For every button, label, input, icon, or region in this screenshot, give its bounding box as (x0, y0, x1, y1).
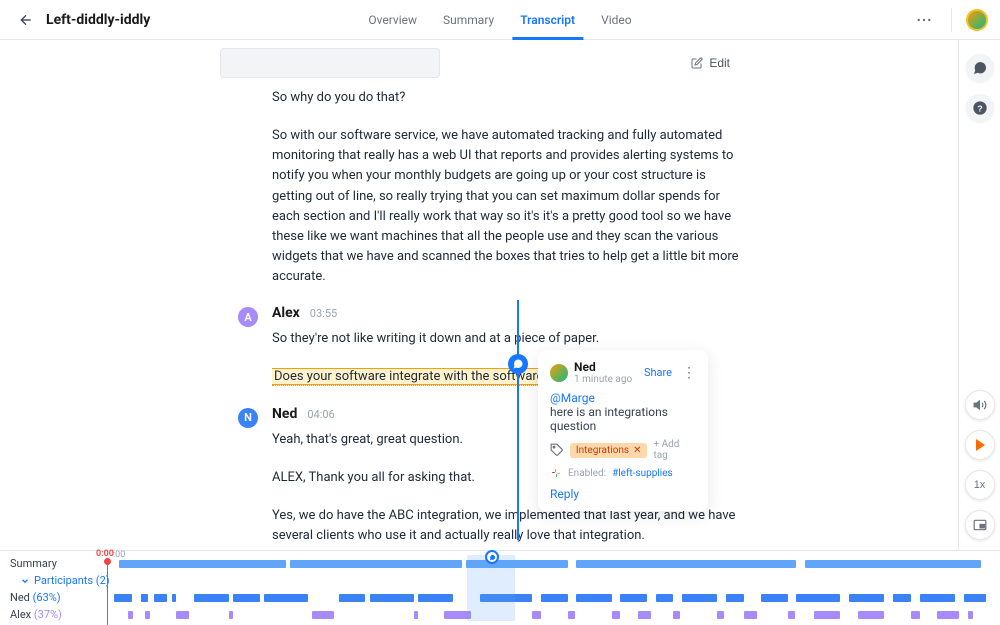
comment-author-name: Ned (574, 360, 632, 374)
mention[interactable]: @Marge (550, 391, 595, 405)
play-icon (976, 439, 985, 451)
page-title: Left-diddly-iddly (46, 12, 150, 28)
pip-button[interactable] (965, 510, 995, 540)
comments-rail-button[interactable] (966, 54, 994, 82)
play-button[interactable] (965, 430, 995, 460)
user-avatar[interactable] (966, 9, 988, 31)
tab-transcript[interactable]: Transcript (518, 3, 577, 37)
summary-track-label: Summary (10, 557, 110, 570)
remove-tag-icon[interactable]: ✕ (633, 445, 641, 456)
speed-label: 1x (974, 479, 986, 491)
transcript-text[interactable]: So with our software service, we have au… (272, 126, 740, 287)
edit-button[interactable]: Edit (681, 50, 740, 76)
alex-track[interactable] (110, 609, 990, 621)
comment-time: 1 minute ago (574, 374, 632, 385)
comment-thread-line (517, 300, 519, 540)
transcript-text[interactable]: So they're not like writing it down and … (272, 329, 740, 349)
right-rail: ? 1x (958, 40, 1000, 550)
help-rail-button[interactable]: ? (966, 94, 994, 122)
back-button[interactable] (12, 6, 40, 34)
summary-track[interactable] (110, 558, 990, 570)
alex-track-label: Alex (37%) (10, 608, 110, 621)
speaker-name: Alex (272, 305, 300, 321)
comment-thread-marker[interactable] (508, 354, 528, 374)
slack-enabled-label: Enabled: (568, 468, 606, 479)
tag-label: Integrations (576, 445, 629, 456)
comment-card: Ned 1 minute ago Share ⋮ @Marge here is … (538, 350, 708, 511)
reply-button[interactable]: Reply (550, 487, 696, 501)
speaker-avatar-ned: N (238, 408, 258, 428)
comment-more-icon[interactable]: ⋮ (682, 366, 696, 380)
search-input[interactable] (220, 48, 440, 78)
transcript-text[interactable]: So why do you do that? (272, 88, 740, 108)
participants-toggle[interactable]: Participants (2) (20, 574, 110, 587)
tab-video[interactable]: Video (599, 3, 634, 37)
tag-chip[interactable]: Integrations ✕ (570, 443, 648, 458)
ned-track-label: Ned (63%) (10, 591, 110, 604)
slack-channel-link[interactable]: #left-supplies (612, 468, 673, 479)
comment-author-avatar (550, 364, 568, 382)
timestamp[interactable]: 04:06 (307, 408, 334, 421)
speaker-avatar-alex: A (238, 307, 258, 327)
tab-summary[interactable]: Summary (441, 3, 496, 37)
volume-button[interactable] (965, 390, 995, 420)
timeline-highlight-region[interactable] (467, 555, 515, 621)
divider (951, 8, 952, 32)
tag-icon (550, 443, 564, 457)
transcript-text[interactable]: Yes, we do have the ABC integration, we … (272, 506, 740, 546)
more-menu-button[interactable] (911, 7, 937, 33)
timeline-comment-marker[interactable] (485, 550, 499, 564)
timestamp[interactable]: 03:55 (310, 307, 337, 320)
share-button[interactable]: Share (644, 366, 672, 379)
tab-overview[interactable]: Overview (366, 3, 419, 37)
playhead[interactable] (107, 561, 108, 625)
timeline: 0:00 :00 Summary Participants (2) Ned (6… (0, 550, 1000, 625)
ned-track[interactable] (110, 592, 990, 604)
slack-icon (550, 467, 562, 479)
participants-label: Participants (2) (34, 574, 110, 587)
comment-body: here is an integrations question (550, 405, 668, 433)
speed-button[interactable]: 1x (965, 470, 995, 500)
svg-text:?: ? (977, 103, 982, 113)
add-tag-button[interactable]: + Add tag (653, 439, 696, 461)
speaker-name: Ned (272, 406, 297, 422)
edit-label: Edit (709, 56, 730, 70)
